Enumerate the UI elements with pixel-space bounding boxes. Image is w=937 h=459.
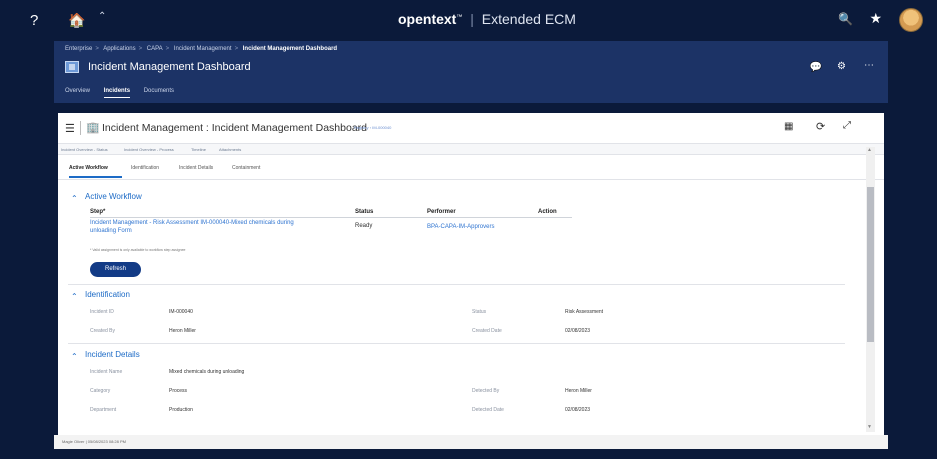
section-identification: Identification xyxy=(85,290,130,299)
created-by-value: Heron Miller xyxy=(169,328,196,334)
chevron-up-icon[interactable]: ⌃ xyxy=(71,194,78,203)
tab-incidents[interactable]: Incidents xyxy=(103,88,131,98)
tab-documents[interactable]: Documents xyxy=(144,88,174,97)
registry-link[interactable]: Registry › IM-000040 xyxy=(354,125,391,130)
avatar[interactable] xyxy=(899,8,923,32)
column-status: Status xyxy=(355,209,374,215)
refresh-icon[interactable]: ⟳ xyxy=(816,120,825,133)
scroll-up-icon[interactable]: ▲ xyxy=(867,147,872,153)
chevron-up-icon[interactable]: ⌃ xyxy=(71,352,78,361)
workflow-step-link[interactable]: Incident Management - Risk Assessment IM… xyxy=(90,219,294,227)
breadcrumb-item[interactable]: Enterprise xyxy=(65,46,92,52)
home-icon[interactable]: 🏠 xyxy=(68,12,85,29)
incident-id-value: IM-000040 xyxy=(169,309,193,315)
detected-date-value: 02/08/2023 xyxy=(565,407,591,413)
section-active-workflow: Active Workflow xyxy=(85,192,142,201)
top-bar: 🏠 ⌃ opentext™ | Extended ECM 🔍 ★ xyxy=(54,0,937,41)
scroll-down-icon[interactable]: ▼ xyxy=(867,424,872,430)
column-performer: Performer xyxy=(427,209,456,215)
refresh-button[interactable]: Refresh xyxy=(90,262,141,277)
workspace-icon xyxy=(65,61,79,73)
workspace-header: Enterprise > Applications > CAPA > Incident… xyxy=(54,41,888,103)
breadcrumb: Enterprise > Applications > CAPA > Incident… xyxy=(65,46,338,52)
incident-id-label: Incident ID xyxy=(90,309,114,315)
workflow-performer-link[interactable]: BPA-CAPA-IM-Approvers xyxy=(427,223,494,231)
column-step: Step* xyxy=(90,209,106,215)
department-value: Production xyxy=(169,407,193,413)
subtab-status[interactable]: Incident Overview - Status xyxy=(61,147,108,152)
created-by-label: Created By xyxy=(90,328,116,334)
panel-title: Incident Management : Incident Managemen… xyxy=(102,122,367,134)
created-date-value: 02/08/2023 xyxy=(565,328,591,334)
subtab-attachments[interactable]: Attachments xyxy=(219,147,241,152)
subtabs: Incident Overview - Status Incident Over… xyxy=(58,143,884,155)
subtab-timeline[interactable]: Timeline xyxy=(191,147,206,152)
dashboard-panel: ☰ 🏢 Incident Management : Incident Manag… xyxy=(58,113,884,435)
active-tab-underline xyxy=(69,176,122,178)
breadcrumb-item[interactable]: Incident Management xyxy=(174,46,232,52)
status-label: Status xyxy=(472,309,487,315)
tab-containment[interactable]: Containment xyxy=(232,165,260,171)
star-icon[interactable]: ★ xyxy=(869,10,882,27)
menu-icon[interactable]: ☰ xyxy=(65,122,75,135)
incident-name-label: Incident Name xyxy=(90,369,123,375)
detected-by-value: Heron Miller xyxy=(565,388,592,394)
more-icon[interactable]: ⋯ xyxy=(864,60,874,71)
tab-incident-details[interactable]: Incident Details xyxy=(179,165,213,171)
detected-date-label: Detected Date xyxy=(472,407,504,413)
brand-name: opentext xyxy=(398,11,457,27)
workflow-note: * Valid assignment is only available to … xyxy=(90,248,186,252)
divider xyxy=(80,121,81,135)
brand-separator: | xyxy=(470,11,474,27)
page-title: Incident Management Dashboard xyxy=(88,61,251,73)
tab-overview[interactable]: Overview xyxy=(65,88,90,97)
tab-active-workflow[interactable]: Active Workflow xyxy=(69,165,108,171)
building-icon: 🏢 xyxy=(86,122,100,134)
status-footer: Magie Oliver | 05/08/2023 08:28 PM xyxy=(54,435,888,449)
section-divider xyxy=(68,343,845,344)
workflow-step-link-cont[interactable]: unloading Form xyxy=(90,227,132,235)
workflow-status: Ready xyxy=(355,223,373,229)
breadcrumb-item[interactable]: Applications xyxy=(103,46,135,52)
brand-app-name: Extended ECM xyxy=(481,11,576,27)
workspace-tabs: Overview Incidents Documents xyxy=(65,88,186,98)
subtab-process[interactable]: Incident Overview - Process xyxy=(124,147,174,152)
incident-name-value: Mixed chemicals during unloading xyxy=(169,369,245,375)
brand-tm: ™ xyxy=(456,14,463,21)
calculator-icon[interactable]: ▦ xyxy=(784,121,793,132)
section-incident-details: Incident Details xyxy=(85,350,140,359)
tab-identification[interactable]: Identification xyxy=(131,165,159,171)
gear-icon[interactable]: ⚙ xyxy=(837,61,846,72)
expand-icon[interactable]: ⤢ xyxy=(843,120,851,131)
department-label: Department xyxy=(90,407,117,413)
category-value: Process xyxy=(169,388,188,394)
left-rail: ? xyxy=(0,0,54,459)
scroll-thumb[interactable] xyxy=(867,187,874,342)
section-tabs: Active Workflow Identification Incident … xyxy=(58,158,884,180)
brand: opentext™ | Extended ECM xyxy=(398,11,576,27)
created-date-label: Created Date xyxy=(472,328,502,334)
scrollbar[interactable]: ▲ ▼ xyxy=(866,147,875,432)
footer-text: Magie Oliver | 05/08/2023 08:28 PM xyxy=(62,439,126,444)
section-divider xyxy=(68,284,845,285)
category-label: Category xyxy=(90,388,111,394)
search-icon[interactable]: 🔍 xyxy=(838,12,853,26)
right-margin xyxy=(888,41,937,459)
help-icon[interactable]: ? xyxy=(30,12,38,29)
status-value: Risk Assessment xyxy=(565,309,604,315)
breadcrumb-item[interactable]: CAPA xyxy=(147,46,163,52)
detected-by-label: Detected By xyxy=(472,388,500,394)
column-action: Action xyxy=(538,209,557,215)
breadcrumb-current: Incident Management Dashboard xyxy=(242,46,338,52)
chevron-up-icon[interactable]: ⌃ xyxy=(98,11,106,22)
panel-header: ☰ 🏢 Incident Management : Incident Manag… xyxy=(58,113,884,143)
table-divider xyxy=(90,217,572,218)
comment-icon[interactable]: 💬 xyxy=(810,62,822,73)
chevron-up-icon[interactable]: ⌃ xyxy=(71,292,78,301)
